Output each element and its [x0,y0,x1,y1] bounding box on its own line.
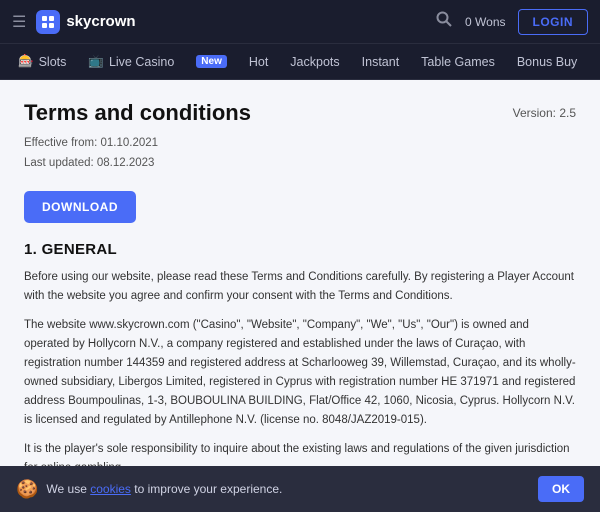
header-right: 0 Wons LOGIN [435,9,588,35]
header: ☰ skycrown 0 Wons LOGIN [0,0,600,44]
nav-label-hot: Hot [249,55,268,69]
page-title: Terms and conditions [24,100,251,126]
nav-item-new[interactable]: New [186,50,237,73]
logo-icon [36,10,60,34]
cookie-text: We use cookies to improve your experienc… [46,482,530,496]
nav-label-instant: Instant [362,55,400,69]
cookie-ok-button[interactable]: OK [538,476,584,502]
logo-container: skycrown [36,10,135,34]
nav-item-jackpots[interactable]: Jackpots [280,50,349,74]
login-button[interactable]: LOGIN [518,9,589,35]
section-1-para-1: Before using our website, please read th… [24,268,576,306]
version-text: Version: 2.5 [513,100,576,120]
header-left: ☰ skycrown [12,10,136,34]
nav-label-live-casino: Live Casino [109,55,174,69]
hamburger-icon[interactable]: ☰ [12,12,26,32]
nav-item-table-games[interactable]: Table Games [411,50,505,74]
cookie-bar: 🍪 We use cookies to improve your experie… [0,466,600,512]
cookie-icon: 🍪 [16,479,38,500]
nav-item-instant[interactable]: Instant [352,50,410,74]
nav-item-bonus-buy[interactable]: Bonus Buy [507,50,587,74]
new-tag: New [196,55,227,68]
slots-icon: 🎰 [18,54,34,69]
nav-item-drops-wins[interactable]: Drops & Wins [589,50,600,74]
section-1-para-2: The website www.skycrown.com ("Casino", … [24,316,576,430]
section-1-title: 1. GENERAL [24,241,576,258]
download-button[interactable]: DOWNLOAD [24,191,136,223]
nav-item-slots[interactable]: 🎰 Slots [8,49,76,74]
last-updated: Last updated: 08.12.2023 [24,154,576,174]
live-casino-icon: 📺 [88,54,104,69]
effective-dates: Effective from: 01.10.2021 Last updated:… [24,134,576,173]
page-title-row: Terms and conditions Version: 2.5 [24,100,576,126]
wins-badge: 0 Wons [465,15,505,29]
cookie-text-after: to improve your experience. [134,482,282,496]
effective-from: Effective from: 01.10.2021 [24,134,576,154]
logo-text: skycrown [66,13,135,30]
nav-label-slots: Slots [39,55,67,69]
cookie-link[interactable]: cookies [90,482,131,496]
nav-item-live-casino[interactable]: 📺 Live Casino [78,49,184,74]
nav-label-bonus-buy: Bonus Buy [517,55,577,69]
search-icon[interactable] [435,10,453,33]
cookie-text-before: We use [46,482,86,496]
section-1: 1. GENERAL Before using our website, ple… [24,241,576,478]
nav-label-jackpots: Jackpots [290,55,339,69]
main-content: Terms and conditions Version: 2.5 Effect… [0,80,600,512]
nav-bar: 🎰 Slots 📺 Live Casino New Hot Jackpots I… [0,44,600,80]
nav-label-table-games: Table Games [421,55,495,69]
nav-item-hot[interactable]: Hot [239,50,278,74]
